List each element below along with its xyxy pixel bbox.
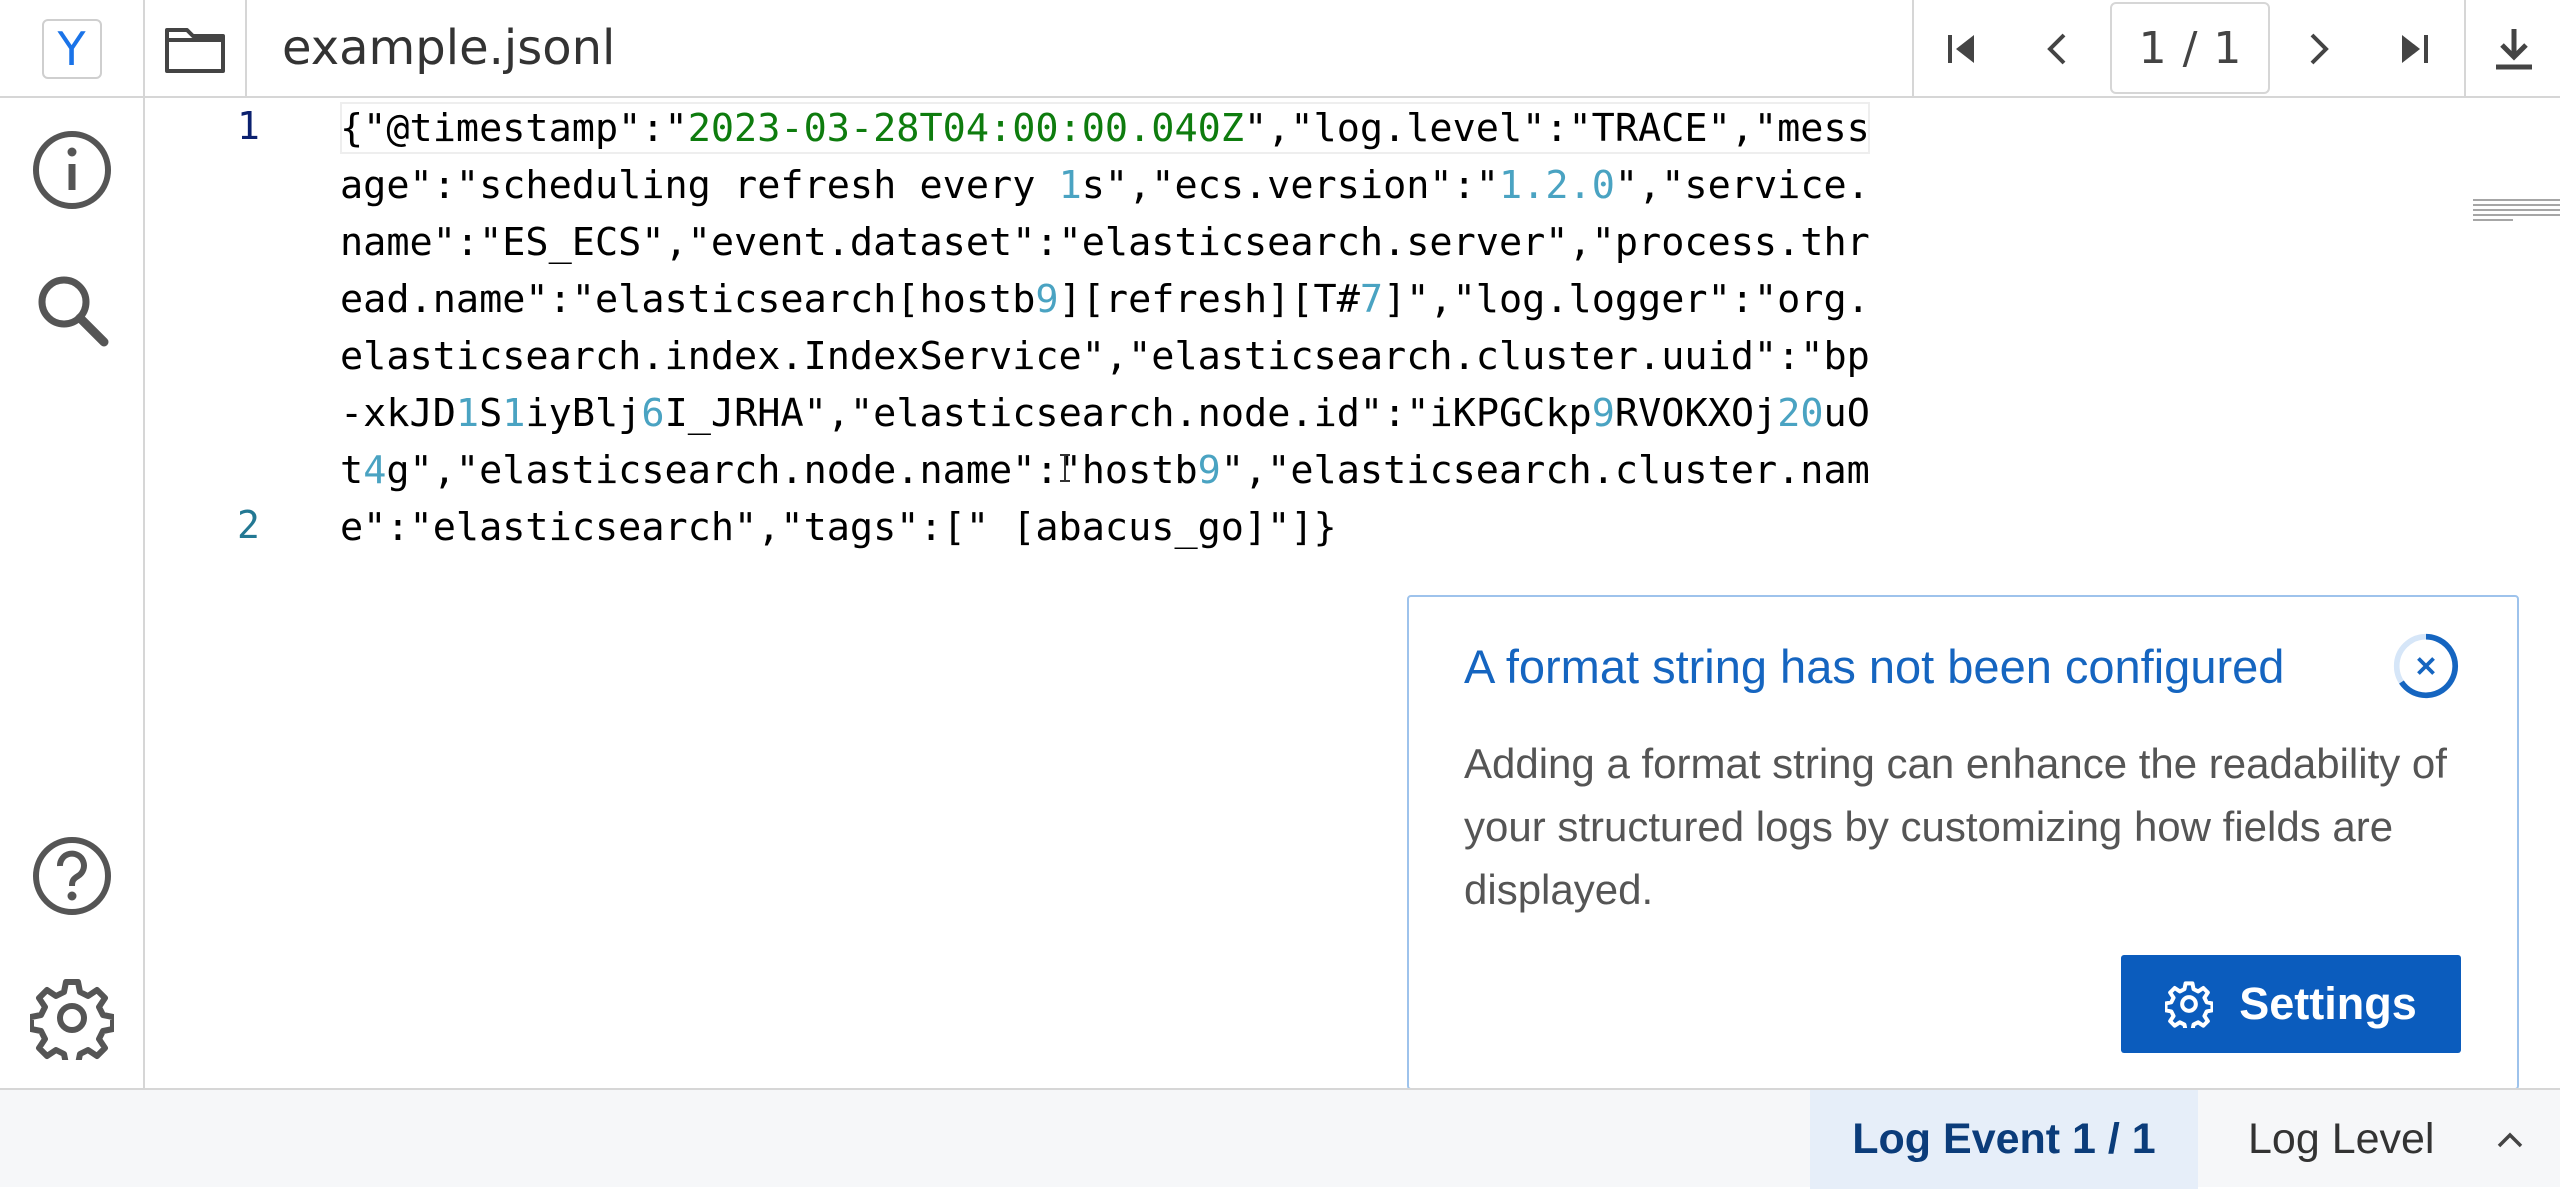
code-text: s","ecs.version":": [1081, 163, 1499, 208]
log-level-selector[interactable]: Log Level: [2248, 1090, 2435, 1189]
prev-page-icon: [2047, 33, 2066, 65]
code-number: 20: [1777, 391, 1824, 436]
page-separator: /: [2182, 22, 2198, 74]
page-indicator[interactable]: 1 / 1: [2110, 2, 2270, 94]
first-page-button[interactable]: [1914, 0, 2010, 98]
close-icon: [2393, 633, 2459, 699]
code-text: ][refresh][T#: [1058, 277, 1360, 322]
gear-icon: [2165, 981, 2214, 1028]
search-icon: [38, 276, 109, 347]
info-icon: [33, 131, 111, 209]
download-button[interactable]: [2466, 0, 2560, 98]
text-cursor-icon: [1060, 454, 1070, 482]
code-text: RVOKXOj: [1614, 391, 1778, 436]
code-number: 7: [1359, 277, 1384, 322]
notification-title: A format string has not been configured: [1464, 640, 2285, 693]
page-total: 1: [2213, 22, 2242, 74]
notification-close-button[interactable]: [2392, 632, 2460, 700]
first-page-icon: [1948, 35, 1974, 63]
app-logo: Y: [41, 19, 102, 79]
last-page-icon: [2402, 35, 2428, 63]
log-event-indicator[interactable]: Log Event 1 / 1: [1810, 1090, 2198, 1189]
code-number: 9: [1035, 277, 1059, 322]
last-page-button[interactable]: [2366, 0, 2462, 98]
code-number: 1: [1058, 163, 1082, 208]
code-number: 4: [363, 448, 387, 493]
log-line-1[interactable]: {"@timestamp":"2023-03-28T04:00:00.040Z"…: [340, 100, 1870, 556]
format-string-notification: A format string has not been configured …: [1407, 595, 2519, 1090]
code-text: I_JRHA","elasticsearch.node.id":"iKPGCkp: [664, 391, 1592, 436]
chevron-up-icon: [2497, 1132, 2523, 1147]
next-page-icon: [2310, 33, 2329, 65]
code-number: 1: [502, 391, 526, 436]
top-bar: Y example.jsonl 1 / 1: [0, 0, 2560, 98]
code-number: 1: [455, 391, 480, 436]
code-text: g","elasticsearch.node.name":"hostb: [386, 448, 1198, 493]
code-number: 6: [641, 391, 665, 436]
folder-icon: [165, 28, 225, 73]
open-file-button[interactable]: [145, 0, 247, 98]
page-current: 1: [2138, 22, 2167, 74]
gear-icon: [30, 979, 114, 1060]
sidebar: [0, 98, 145, 1088]
code-timestamp: 2023-03-28T04:00:00.040Z: [687, 106, 1244, 151]
settings-button-label: Settings: [2239, 978, 2417, 1029]
settings-button[interactable]: Settings: [2121, 955, 2461, 1053]
settings-sidebar-button[interactable]: [28, 974, 116, 1062]
code-text: {"@timestamp":": [340, 106, 688, 151]
download-icon: [2496, 29, 2532, 70]
code-number: 9: [1591, 391, 1615, 436]
next-page-button[interactable]: [2270, 0, 2366, 98]
code-number: 9: [1197, 448, 1221, 493]
line-number: 1: [237, 104, 260, 148]
minimap[interactable]: [2473, 198, 2560, 224]
logo-cell: Y: [0, 0, 145, 98]
code-text: iyBlj: [525, 391, 642, 436]
prev-page-button[interactable]: [2010, 0, 2106, 98]
info-button[interactable]: [28, 126, 116, 214]
notification-body: Adding a format string can enhance the r…: [1464, 740, 2447, 913]
help-icon: [33, 837, 111, 915]
file-name: example.jsonl: [282, 20, 616, 76]
status-bar: Log Event 1 / 1 Log Level: [0, 1088, 2560, 1189]
search-button[interactable]: [28, 266, 116, 354]
code-number: 1.2.0: [1498, 163, 1615, 208]
code-text: S: [479, 391, 503, 436]
help-button[interactable]: [28, 832, 116, 920]
log-level-expand-button[interactable]: [2475, 1090, 2545, 1189]
line-number: 2: [237, 503, 260, 547]
